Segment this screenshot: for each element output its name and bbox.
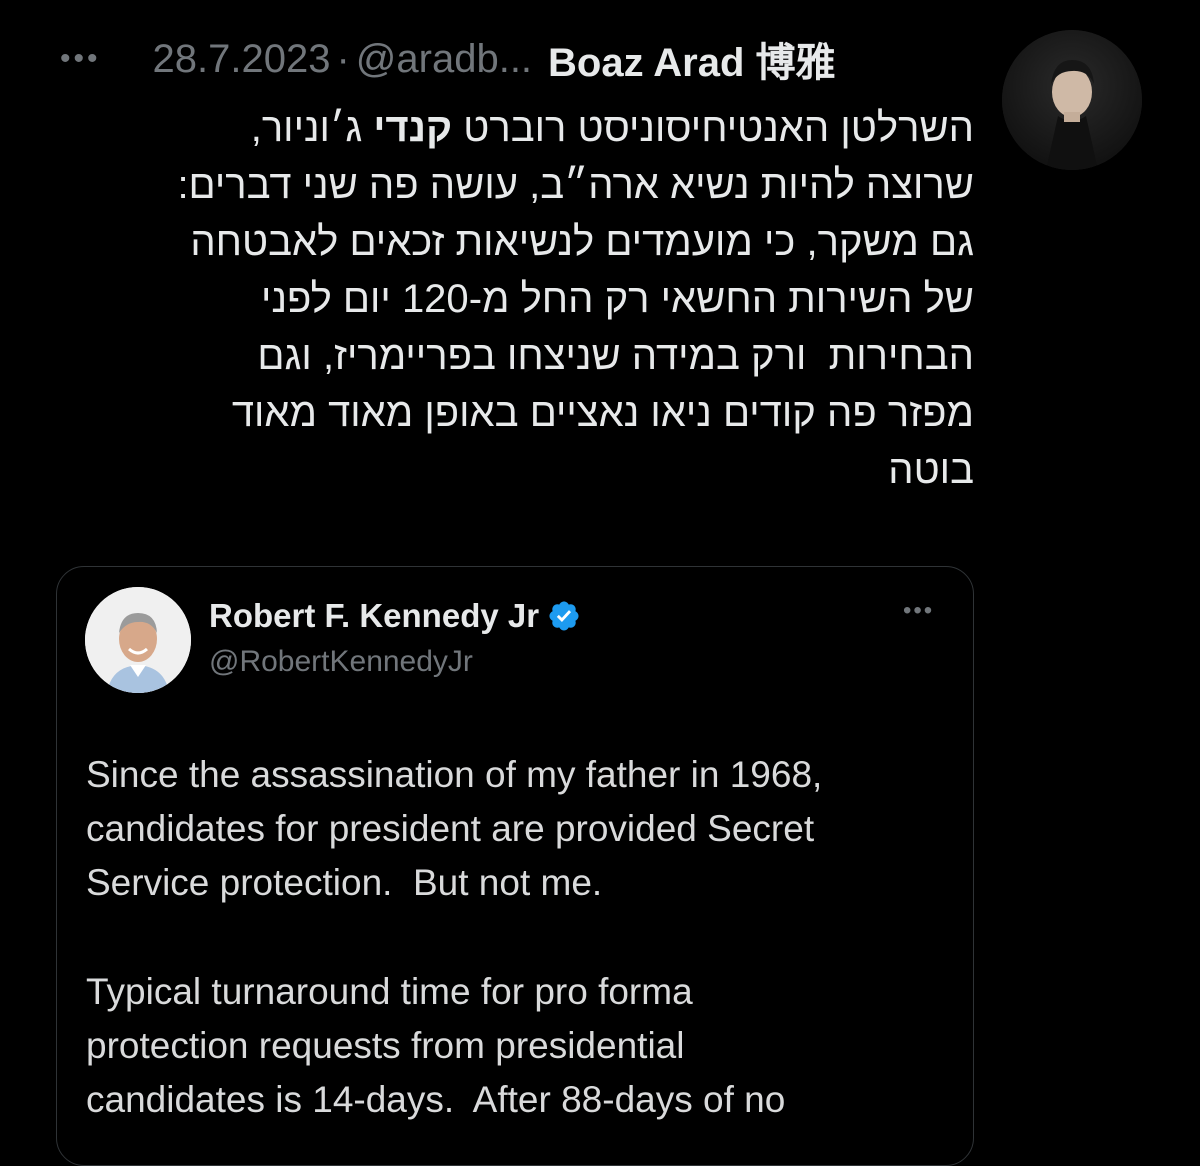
quoted-handle[interactable]: @RobertKennedyJr — [209, 645, 473, 679]
verified-badge-icon — [547, 599, 581, 633]
post-text-line: בוטה — [888, 448, 974, 492]
more-horizontal-icon[interactable]: ••• — [60, 44, 101, 74]
quoted-paragraph-1: Since the assassination of my father in … — [86, 748, 946, 910]
post-text-line: של השירות החשאי רק החל מ-120 יום לפני — [261, 277, 974, 321]
quoted-text-line: Since the assassination of my father in … — [86, 754, 823, 795]
quoted-name-row: Robert F. Kennedy Jr — [209, 597, 581, 635]
more-horizontal-icon[interactable]: ••• — [903, 597, 934, 625]
quoted-author-avatar[interactable] — [85, 587, 191, 693]
post-date[interactable]: 28.7.2023 — [153, 37, 331, 82]
quoted-text-line: protection requests from presidential — [86, 1025, 685, 1066]
bold-word: קנדי — [373, 106, 453, 150]
quoted-text-line: Typical turnaround time for pro forma — [86, 971, 693, 1012]
quoted-text-line: Service protection. But not me. — [86, 862, 603, 903]
quoted-text-line: candidates is 14-days. After 88-days of … — [86, 1079, 786, 1120]
author-avatar[interactable] — [1002, 30, 1142, 170]
author-photo — [1002, 30, 1142, 170]
separator-dot: · — [336, 36, 350, 81]
post-text-line: מפזר פה קודים ניאו נאציים באופן מאוד מאו… — [231, 391, 974, 435]
author-handle[interactable]: @aradb... — [356, 37, 532, 82]
post: ••• 28.7.2023 · @aradb... Boaz Arad 博雅 ה… — [0, 0, 1200, 1166]
post-text-line: שרוצה להיות נשיא ארה״ב, עושה פה שני דברי… — [177, 163, 974, 207]
author-display-name[interactable]: Boaz Arad 博雅 — [548, 30, 835, 88]
quoted-paragraph-2: Typical turnaround time for pro forma pr… — [86, 965, 946, 1127]
quoted-display-name[interactable]: Robert F. Kennedy Jr — [209, 597, 539, 635]
post-text-line: גם משקר, כי מועמדים לנשיאות זכאים לאבטחה — [190, 220, 974, 264]
post-text-line: הבחירות ורק במידה שניצחו בפריימריז, וגם — [257, 334, 974, 378]
quoted-text-line: candidates for president are provided Se… — [86, 808, 815, 849]
post-text: השרלטן האנטיחיסוניסט רוברט קנדי ג׳וניור,… — [40, 100, 974, 499]
post-header: ••• 28.7.2023 · @aradb... Boaz Arad 博雅 — [60, 30, 976, 88]
post-text-line: השרלטן האנטיחיסוניסט רוברט קנדי ג׳וניור, — [250, 106, 974, 150]
quoted-author-photo — [85, 587, 191, 693]
